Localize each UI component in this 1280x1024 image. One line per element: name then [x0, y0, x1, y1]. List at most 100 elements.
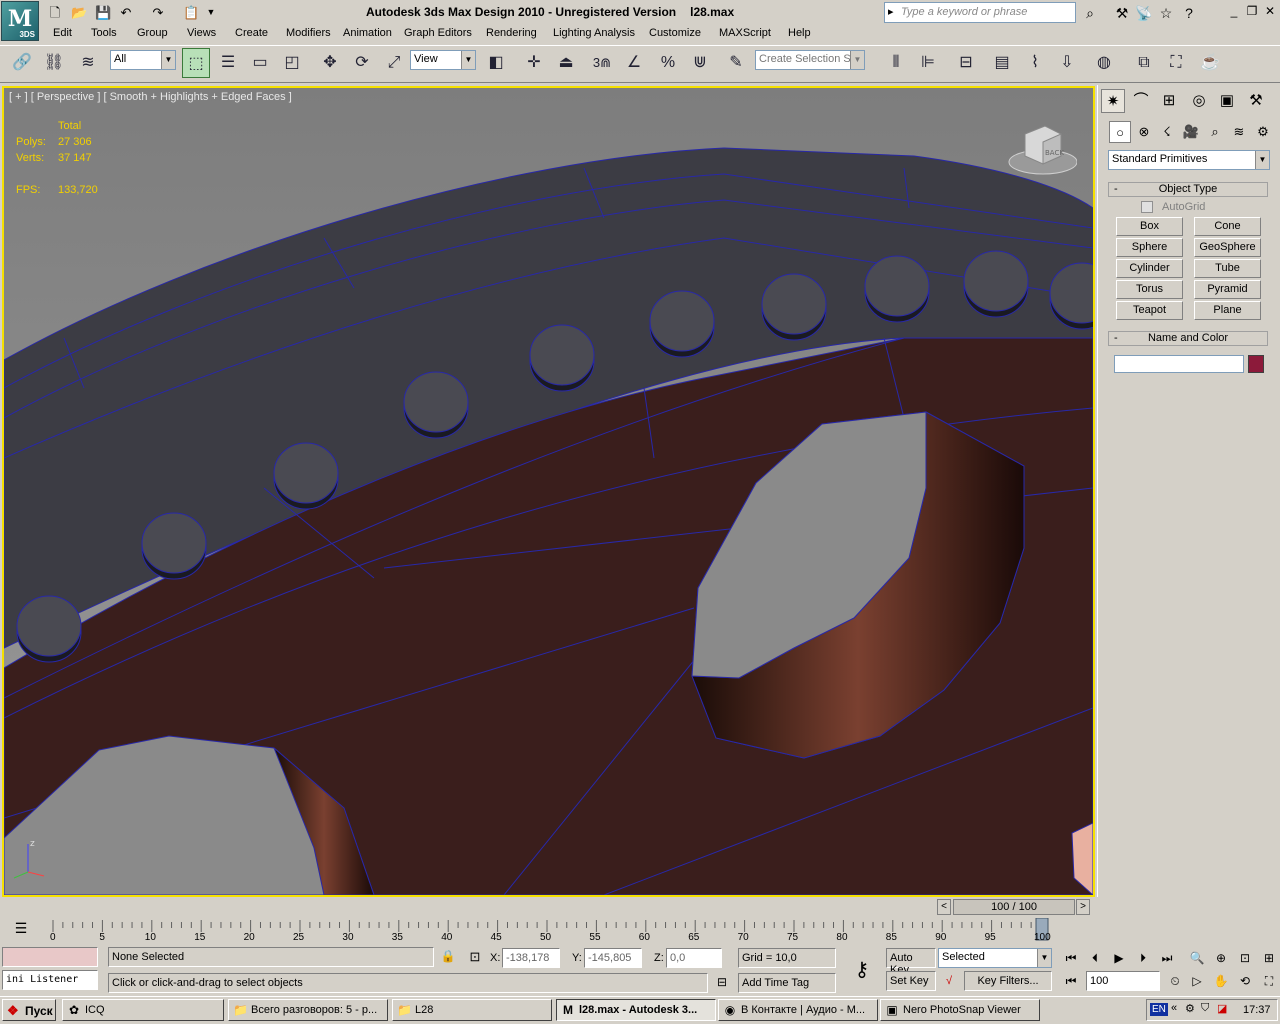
project-folder-icon[interactable]: 📋 — [182, 3, 200, 21]
create-pyramid-button[interactable]: Pyramid — [1194, 280, 1261, 299]
task-nero[interactable]: ▣ Nero PhotoSnap Viewer — [880, 999, 1040, 1021]
create-cone-button[interactable]: Cone — [1194, 217, 1261, 236]
menu-7[interactable]: Graph Editors — [404, 27, 472, 39]
modify-tab-icon[interactable]: ⌒ — [1129, 89, 1153, 113]
window-crossing-icon[interactable]: ◰ — [278, 48, 306, 78]
perspective-viewport[interactable]: [ + ] [ Perspective ] [ Smooth + Highlig… — [2, 86, 1095, 897]
app-logo-button[interactable]: M 3DS — [1, 1, 39, 41]
rectangular-selection-icon[interactable]: ▭ — [246, 48, 274, 78]
geometry-category-icon[interactable]: ○ — [1109, 121, 1131, 143]
helpers-category-icon[interactable]: ⌕ — [1204, 121, 1226, 143]
keyboard-shortcut-override-icon[interactable]: ⏏ — [552, 48, 580, 78]
time-tag-icon[interactable]: ⊟ — [714, 975, 730, 993]
absolute-mode-icon[interactable]: ⊡ — [466, 949, 484, 967]
named-selection-set-input[interactable]: Create Selection Se ▼ — [755, 50, 865, 70]
redo-icon[interactable]: ↷ — [149, 3, 167, 21]
time-slider[interactable]: 100 / 100 — [953, 899, 1075, 915]
display-tab-icon[interactable]: ▣ — [1215, 89, 1239, 113]
pivot-center-icon[interactable]: ◧ — [482, 48, 510, 78]
auto-key-button[interactable]: Auto Key — [886, 948, 936, 976]
task-icq[interactable]: ✿ ICQ — [62, 999, 224, 1021]
pan-view-icon[interactable]: ✋ — [1210, 971, 1232, 991]
menu-11[interactable]: MAXScript — [719, 27, 771, 39]
menu-10[interactable]: Customize — [649, 27, 701, 39]
cameras-category-icon[interactable]: 🎥 — [1180, 121, 1202, 143]
task-3dsmax[interactable]: Ml28.max - Autodesk 3... — [556, 999, 716, 1021]
task-l28-folder[interactable]: 📁 L28 — [392, 999, 552, 1021]
favorites-star-icon[interactable]: ☆ — [1156, 3, 1176, 23]
systems-category-icon[interactable]: ⚙ — [1252, 121, 1274, 143]
edit-named-selection-icon[interactable]: ✎ — [722, 48, 750, 78]
help-icon[interactable]: ? — [1179, 3, 1199, 23]
tray-security-icon[interactable]: ⛉ — [1201, 1002, 1209, 1015]
selection-lock-icon[interactable]: 🔒 — [440, 949, 456, 967]
task-chat[interactable]: 📁 Всего разговоров: 5 - р... — [228, 999, 388, 1021]
go-to-end-icon[interactable]: ⏭ — [1156, 948, 1178, 968]
menu-2[interactable]: Group — [137, 27, 168, 39]
close-icon[interactable]: ✕ — [1262, 4, 1278, 20]
menu-1[interactable]: Tools — [91, 27, 117, 39]
menu-6[interactable]: Animation — [343, 27, 392, 39]
menu-0[interactable]: Edit — [53, 27, 72, 39]
maximize-viewport-icon[interactable]: ⛶ — [1258, 971, 1280, 991]
create-torus-button[interactable]: Torus — [1116, 280, 1183, 299]
layer-manager-icon[interactable]: ⊟ — [952, 48, 980, 78]
mirror-icon[interactable]: ⫴ — [882, 48, 910, 78]
start-button[interactable]: ❖ Пуск — [2, 999, 56, 1021]
primitive-type-dropdown[interactable]: Standard Primitives ▼ — [1108, 150, 1270, 170]
bind-space-warp-icon[interactable]: ≋ — [74, 48, 102, 78]
graphite-modeling-icon[interactable]: ▤ — [988, 48, 1016, 78]
select-and-manipulate-icon[interactable]: ✛ — [520, 48, 548, 78]
create-teapot-button[interactable]: Teapot — [1116, 301, 1183, 320]
angle-snap-icon[interactable]: ∠ — [620, 48, 648, 78]
time-configuration-icon[interactable]: ⏲ — [1164, 971, 1186, 991]
shapes-category-icon[interactable]: ⊗ — [1133, 121, 1155, 143]
reference-coordinate-dropdown[interactable]: View ▼ — [410, 50, 476, 70]
save-icon[interactable]: 💾 — [94, 3, 112, 21]
object-name-input[interactable] — [1114, 355, 1244, 373]
current-frame-input[interactable]: 100 — [1086, 971, 1160, 991]
add-time-tag-button[interactable]: Add Time Tag — [738, 973, 836, 993]
viewport-label[interactable]: [ + ] [ Perspective ] [ Smooth + Highlig… — [9, 91, 292, 103]
menu-8[interactable]: Rendering — [486, 27, 537, 39]
play-icon[interactable]: ▶ — [1108, 948, 1130, 968]
schematic-view-icon[interactable]: ⇩ — [1053, 48, 1081, 78]
next-frame-icon[interactable]: > — [1076, 899, 1090, 915]
previous-key-icon[interactable]: ⏴ — [1084, 948, 1106, 968]
task-browser[interactable]: ◉ В Контакте | Аудио - M... — [718, 999, 878, 1021]
menu-3[interactable]: Views — [187, 27, 216, 39]
tray-app-icon[interactable]: ⚙ — [1185, 1002, 1195, 1015]
set-key-button[interactable]: Set Key — [886, 971, 936, 991]
key-mode-toggle-icon[interactable]: ⏮ — [1060, 971, 1082, 991]
select-and-scale-icon[interactable]: ⤢ — [380, 48, 408, 78]
maxscript-listener-input[interactable]: ini Listener — [2, 970, 98, 990]
menu-9[interactable]: Lighting Analysis — [553, 27, 635, 39]
autogrid-checkbox[interactable] — [1141, 201, 1153, 213]
z-coordinate-input[interactable]: 0,0 — [666, 948, 722, 968]
menu-5[interactable]: Modifiers — [286, 27, 331, 39]
search-input[interactable]: Type a keyword or phrase — [884, 2, 1076, 23]
tray-antivirus-icon[interactable]: ◪ — [1217, 1002, 1227, 1015]
selection-filter-dropdown[interactable]: All ▼ — [110, 50, 176, 70]
default-tangents-icon[interactable]: √ — [938, 971, 960, 991]
set-key-mode-icon[interactable]: ⚷ — [842, 950, 882, 990]
select-and-move-icon[interactable]: ✥ — [316, 48, 344, 78]
next-key-icon[interactable]: ⏵ — [1132, 948, 1154, 968]
unlink-icon[interactable]: ⛓ — [40, 48, 68, 78]
x-coordinate-input[interactable]: -138,178 — [502, 948, 560, 968]
quick-access-dropdown-icon[interactable]: ▼ — [202, 3, 220, 21]
minimize-icon[interactable]: _ — [1226, 4, 1242, 20]
binoculars-icon[interactable]: ⌕ — [1080, 3, 1100, 23]
render-setup-icon[interactable]: ⧉ — [1130, 48, 1158, 78]
zoom-extents-all-icon[interactable]: ⊞ — [1258, 948, 1280, 968]
key-mode-dropdown[interactable]: Selected ▼ — [938, 948, 1052, 968]
viewcube-icon[interactable]: BACK — [1007, 122, 1077, 177]
subscription-icon[interactable]: ⚒ — [1112, 3, 1132, 23]
menu-12[interactable]: Help — [788, 27, 811, 39]
create-box-button[interactable]: Box — [1116, 217, 1183, 236]
key-filters-button[interactable]: Key Filters... — [964, 971, 1052, 991]
new-file-icon[interactable]: 🗋 — [46, 3, 64, 21]
spinner-snap-icon[interactable]: ⋓ — [686, 48, 714, 78]
align-icon[interactable]: ⊫ — [914, 48, 942, 78]
tray-expand-icon[interactable]: « — [1171, 1002, 1177, 1014]
